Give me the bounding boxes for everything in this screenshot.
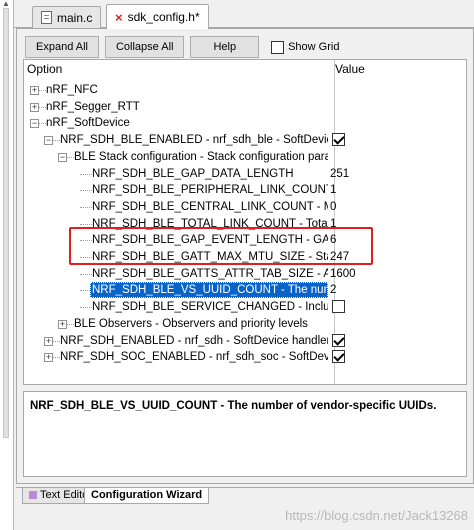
- tree-row-label: NRF_SDH_BLE_VS_UUID_COUNT - The number o…: [90, 282, 328, 298]
- tree-row[interactable]: + NRF_SDH_SOC_ENABLED - nrf_sdh_soc - Sof…: [24, 349, 466, 365]
- option-tree: Option Value + nRF_NFC + nRF_Segger_RTT − nRF…: [23, 59, 467, 385]
- tree-row[interactable]: + nRF_Segger_RTT: [24, 99, 466, 115]
- text-editor-icon: [29, 491, 37, 500]
- left-gutter: ▲: [0, 0, 14, 530]
- collapse-minus-icon[interactable]: −: [30, 119, 39, 128]
- expand-all-button[interactable]: Expand All: [25, 36, 99, 58]
- tree-row-label: NRF_SDH_BLE_ENABLED - nrf_sdh_ble - Soft…: [60, 134, 328, 146]
- collapse-minus-icon[interactable]: −: [44, 136, 53, 145]
- tree-row[interactable]: + NRF_SDH_ENABLED - nrf_sdh - SoftDevice …: [24, 333, 466, 349]
- tree-row-label: NRF_SDH_BLE_GAP_DATA_LENGTH: [92, 168, 294, 180]
- tree-row-label: NRF_SDH_BLE_GATTS_ATTR_TAB_SIZE - Attrib…: [92, 268, 328, 280]
- tree-row-value[interactable]: 2: [330, 282, 336, 298]
- option-column-header[interactable]: Option: [24, 60, 62, 78]
- value-checkbox[interactable]: [332, 334, 345, 347]
- collapse-minus-icon[interactable]: −: [58, 153, 67, 162]
- annotation-highlight-box: [69, 227, 373, 265]
- tree-row-value[interactable]: 1: [330, 182, 336, 198]
- value-checkbox[interactable]: [332, 350, 345, 363]
- tree-row-label: nRF_SoftDevice: [46, 117, 130, 129]
- tree-row-label: BLE Stack configuration - Stack configur…: [74, 151, 328, 163]
- tree-row[interactable]: NRF_SDH_BLE_GAP_DATA_LENGTH 251: [24, 166, 466, 182]
- tree-row[interactable]: NRF_SDH_BLE_GATTS_ATTR_TAB_SIZE - Attrib…: [24, 266, 466, 282]
- tree-row[interactable]: − BLE Stack configuration - Stack configu…: [24, 149, 466, 165]
- watermark: https://blog.csdn.net/Jack13268: [285, 508, 468, 523]
- tree-row[interactable]: NRF_SDH_BLE_PERIPHERAL_LINK_COUNT - Maxi…: [24, 182, 466, 198]
- tree-row[interactable]: NRF_SDH_BLE_CENTRAL_LINK_COUNT - Maximu.…: [24, 199, 466, 215]
- tree-row-label: NRF_SDH_SOC_ENABLED - nrf_sdh_soc - Soft…: [60, 351, 328, 363]
- modified-close-icon[interactable]: ×: [115, 11, 123, 24]
- tree-row-label: nRF_NFC: [46, 84, 98, 96]
- value-checkbox[interactable]: [332, 300, 345, 313]
- scroll-up-arrow-icon[interactable]: ▲: [2, 0, 10, 8]
- tree-row-value[interactable]: 0: [330, 199, 336, 215]
- value-column-header[interactable]: Value: [332, 60, 365, 78]
- tab-label: main.c: [57, 10, 93, 25]
- tree-row-label: NRF_SDH_BLE_SERVICE_CHANGED - Include th…: [92, 301, 328, 313]
- expand-plus-icon[interactable]: +: [44, 353, 53, 362]
- tree-row[interactable]: NRF_SDH_BLE_VS_UUID_COUNT - The number o…: [24, 282, 466, 298]
- tree-row[interactable]: − NRF_SDH_BLE_ENABLED - nrf_sdh_ble - Sof…: [24, 132, 466, 148]
- help-button[interactable]: Help: [190, 36, 260, 58]
- bottom-tab-bar: Text Editor Configuration Wizard: [16, 487, 474, 504]
- value-checkbox[interactable]: [332, 133, 345, 146]
- show-grid-checkbox[interactable]: [271, 40, 285, 54]
- tree-row-value[interactable]: 1600: [330, 266, 356, 282]
- file-icon: [41, 11, 52, 24]
- description-pane: NRF_SDH_BLE_VS_UUID_COUNT - The number o…: [23, 391, 467, 477]
- tree-row-label: NRF_SDH_ENABLED - nrf_sdh - SoftDevice h…: [60, 335, 328, 347]
- tree-row[interactable]: + BLE Observers - Observers and priority …: [24, 316, 466, 332]
- collapse-all-button[interactable]: Collapse All: [104, 36, 185, 58]
- tree-row[interactable]: + nRF_NFC: [24, 82, 466, 98]
- toolbar: Expand All Collapse All Help Show Grid: [25, 35, 339, 59]
- show-grid-label: Show Grid: [288, 41, 340, 53]
- expand-plus-icon[interactable]: +: [30, 103, 39, 112]
- tab-main-c[interactable]: main.c: [32, 6, 102, 28]
- tab-label: sdk_config.h*: [127, 10, 200, 24]
- tree-row[interactable]: NRF_SDH_BLE_SERVICE_CHANGED - Include th…: [24, 299, 466, 315]
- tree-row[interactable]: − nRF_SoftDevice: [24, 115, 466, 131]
- vertical-scrollbar[interactable]: [3, 8, 9, 438]
- file-tab-bar: main.c × sdk_config.h*: [14, 0, 474, 29]
- tree-row-label: NRF_SDH_BLE_CENTRAL_LINK_COUNT - Maximu.…: [92, 201, 328, 213]
- tree-row-label: nRF_Segger_RTT: [46, 101, 140, 113]
- tree-row-value[interactable]: 251: [330, 166, 349, 182]
- tab-configuration-wizard[interactable]: Configuration Wizard: [84, 488, 210, 504]
- tree-row-label: BLE Observers - Observers and priority l…: [74, 318, 308, 330]
- expand-plus-icon[interactable]: +: [30, 86, 39, 95]
- expand-plus-icon[interactable]: +: [44, 337, 53, 346]
- expand-plus-icon[interactable]: +: [58, 320, 67, 329]
- tab-label: Configuration Wizard: [91, 489, 203, 501]
- tab-sdk-config[interactable]: × sdk_config.h*: [106, 4, 209, 29]
- tree-row-label: NRF_SDH_BLE_PERIPHERAL_LINK_COUNT - Maxi…: [92, 184, 328, 196]
- show-grid-toggle[interactable]: Show Grid: [271, 40, 340, 54]
